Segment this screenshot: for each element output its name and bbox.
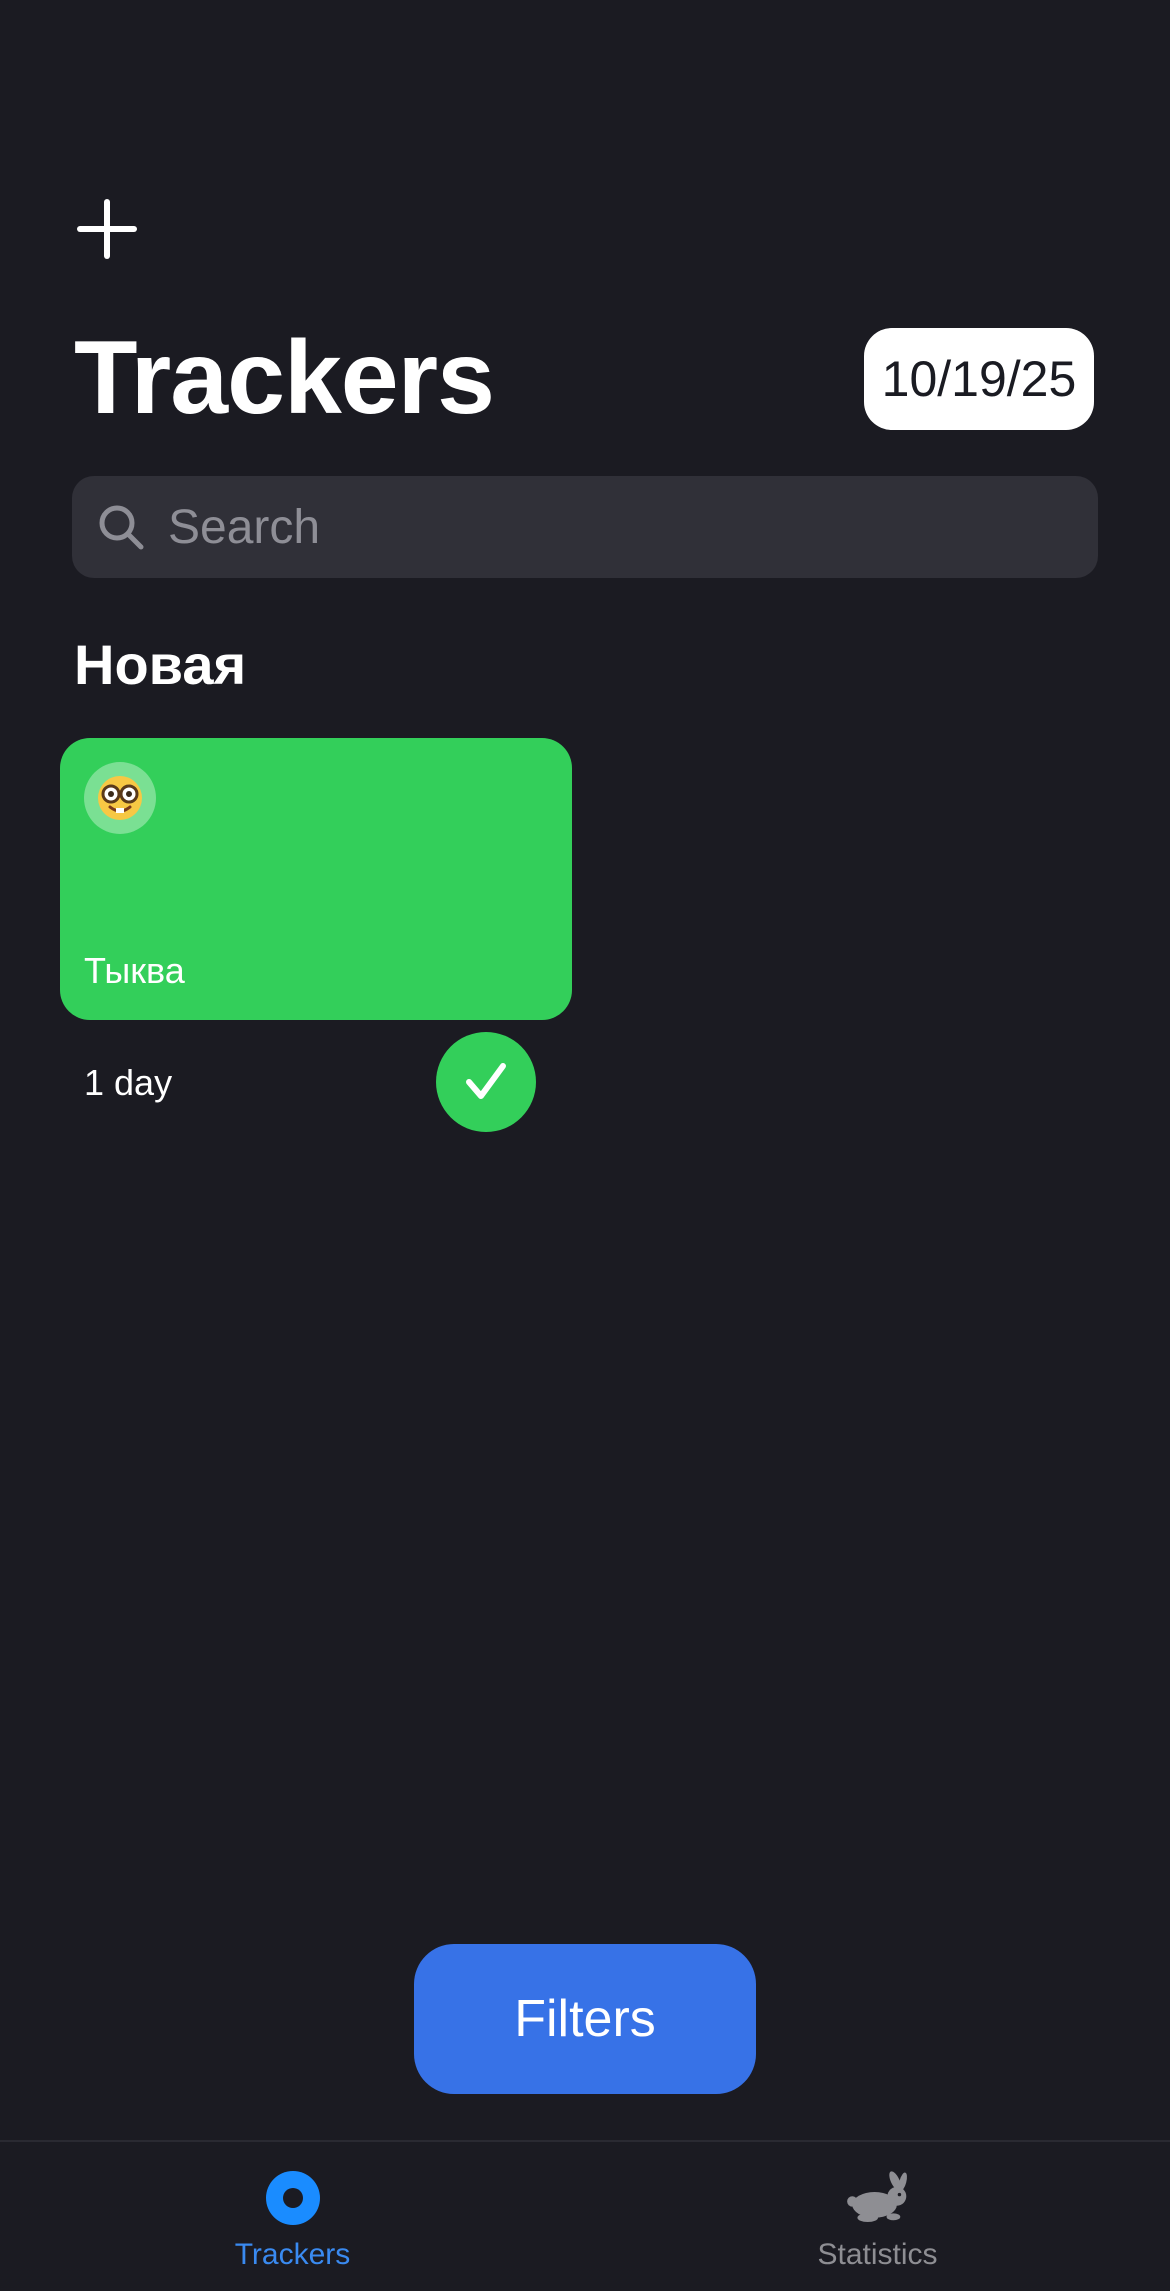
page-title: Trackers (74, 320, 495, 436)
date-picker-button[interactable]: 10/19/25 (864, 328, 1094, 430)
plus-icon (77, 199, 137, 259)
add-tracker-button[interactable] (74, 196, 140, 262)
tab-statistics[interactable]: Statistics (585, 2142, 1170, 2291)
nerd-face-emoji-icon (98, 776, 142, 820)
rabbit-icon (842, 2168, 914, 2228)
search-icon (96, 502, 146, 552)
trackers-record-icon (257, 2168, 329, 2228)
section-title: Новая (74, 633, 247, 696)
tab-label-trackers: Trackers (234, 2238, 351, 2271)
search-input[interactable] (166, 498, 1098, 556)
filters-button[interactable]: Filters (414, 1944, 756, 2094)
tracker-day-count: 1 day (84, 1062, 173, 1103)
tracker-card[interactable]: Тыква (60, 738, 572, 1020)
tab-bar: Trackers Statistics (0, 2140, 1170, 2291)
checkmark-icon (466, 1063, 506, 1099)
tracker-name: Тыква (84, 950, 185, 991)
tracker-complete-button[interactable] (436, 1032, 536, 1132)
tab-trackers[interactable]: Trackers (0, 2142, 585, 2291)
tracker-emoji-badge (84, 762, 156, 834)
search-bar[interactable] (72, 476, 1098, 578)
tab-label-statistics: Statistics (817, 2238, 938, 2271)
